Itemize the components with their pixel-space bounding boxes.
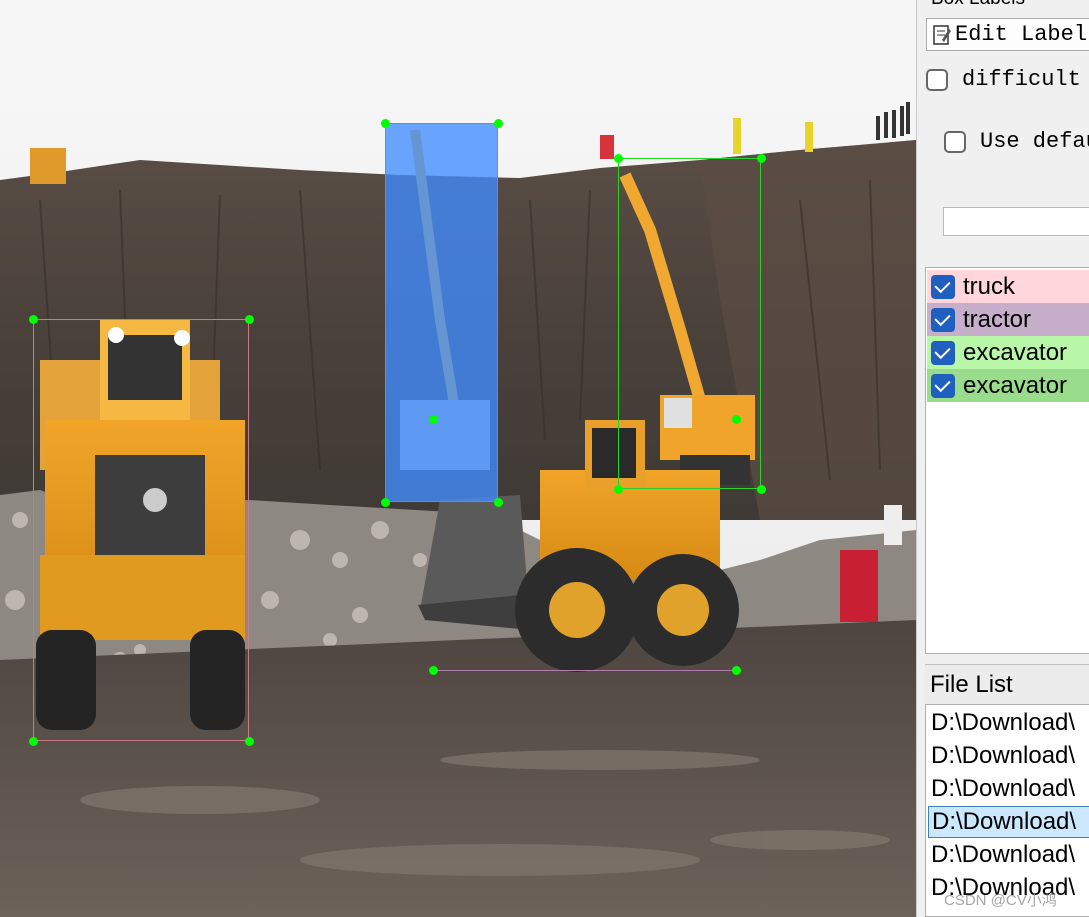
- label-list[interactable]: truck tractor excavator excavator: [925, 267, 1089, 654]
- difficult-checkbox[interactable]: [926, 68, 948, 91]
- file-list-item[interactable]: D:\Download\: [928, 806, 1089, 838]
- bbox-handle[interactable]: [731, 665, 741, 675]
- label-item-text: tractor: [963, 305, 1032, 333]
- label-item-text: excavator: [963, 371, 1068, 399]
- check-icon[interactable]: [931, 307, 955, 332]
- label-list-item[interactable]: truck: [927, 270, 1089, 303]
- bbox-handle[interactable]: [613, 484, 623, 494]
- bbox-handle[interactable]: [613, 153, 623, 163]
- file-list-item[interactable]: D:\Download\: [928, 707, 1089, 739]
- file-list-header: File List: [925, 664, 1089, 704]
- difficult-label: difficult: [962, 67, 1081, 92]
- label-item-text: truck: [963, 272, 1016, 300]
- pencil-note-icon: [933, 24, 951, 45]
- file-list[interactable]: D:\Download\ D:\Download\ D:\Download\ D…: [925, 704, 1089, 917]
- bbox-handle[interactable]: [756, 484, 766, 494]
- watermark: CSDN @CV小鸿: [944, 892, 1057, 909]
- bbox-handle[interactable]: [244, 314, 254, 324]
- bbox-handle[interactable]: [428, 665, 438, 675]
- check-icon[interactable]: [931, 373, 955, 398]
- label-list-item[interactable]: excavator: [927, 369, 1089, 402]
- edit-label-text: Edit Label: [955, 22, 1088, 47]
- use-default-label-checkbox[interactable]: [944, 130, 966, 153]
- use-default-label-row[interactable]: Use defau: [944, 129, 1089, 154]
- dock-title: Box Labels: [931, 0, 1025, 10]
- bbox-handle[interactable]: [756, 153, 766, 163]
- bbox-handle[interactable]: [380, 118, 390, 128]
- label-list-item[interactable]: tractor: [927, 303, 1089, 336]
- file-list-item[interactable]: D:\Download\: [928, 773, 1089, 805]
- bbox-excavator[interactable]: [618, 158, 761, 489]
- default-label-input[interactable]: [943, 207, 1089, 236]
- bbox-excavator-selected[interactable]: [385, 123, 498, 502]
- bbox-handle[interactable]: [244, 736, 254, 746]
- bbox-handle[interactable]: [493, 118, 503, 128]
- bbox-handle[interactable]: [28, 314, 38, 324]
- bbox-handle[interactable]: [380, 497, 390, 507]
- use-default-label-text: Use defau: [980, 129, 1089, 154]
- image-canvas[interactable]: [0, 0, 916, 917]
- check-icon[interactable]: [931, 274, 955, 299]
- edit-label-button[interactable]: Edit Label: [926, 18, 1089, 51]
- file-list-item[interactable]: D:\Download\: [928, 740, 1089, 772]
- bbox-handle[interactable]: [493, 497, 503, 507]
- bbox-handle[interactable]: [28, 736, 38, 746]
- label-list-item[interactable]: excavator: [927, 336, 1089, 369]
- file-list-item[interactable]: D:\Download\: [928, 839, 1089, 871]
- bbox-truck[interactable]: [33, 319, 249, 741]
- check-icon[interactable]: [931, 340, 955, 365]
- bbox-handle[interactable]: [428, 414, 438, 424]
- bbox-handle[interactable]: [731, 414, 741, 424]
- label-item-text: excavator: [963, 338, 1068, 366]
- difficult-checkbox-row[interactable]: difficult: [926, 67, 1081, 92]
